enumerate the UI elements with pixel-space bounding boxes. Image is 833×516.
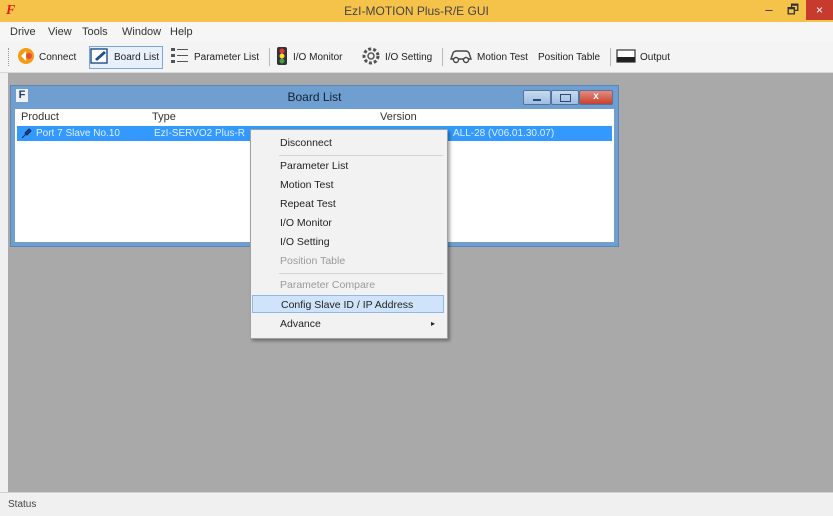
menu-item-advance-label: Advance — [280, 318, 321, 330]
car-icon — [449, 47, 473, 68]
io-monitor-label: I/O Monitor — [293, 51, 343, 63]
cell-version: ALL-28 (V06.01.30.07) — [453, 128, 555, 139]
parameter-list-icon — [170, 46, 190, 69]
toolbar-separator — [610, 48, 611, 66]
toolbar: Connect Board List Parameter List I/O Mo… — [0, 42, 833, 73]
restore-button[interactable]: 🗗 — [782, 0, 804, 20]
io-setting-button[interactable]: I/O Setting — [361, 47, 432, 67]
parameter-list-label: Parameter List — [194, 51, 260, 63]
motion-test-button[interactable]: Motion Test — [449, 47, 528, 67]
gear-icon — [361, 46, 381, 69]
traffic-light-icon — [275, 46, 289, 69]
toolbar-separator — [442, 48, 443, 66]
submenu-arrow-icon: ▸ — [430, 319, 435, 328]
status-text: Status — [8, 499, 37, 510]
console-icon — [616, 48, 636, 67]
io-setting-label: I/O Setting — [385, 51, 433, 63]
column-header-product[interactable]: Product — [21, 111, 59, 123]
board-list-label: Board List — [114, 52, 160, 63]
menu-item-parameter-compare: Parameter Compare — [280, 279, 376, 291]
status-bar: Status — [0, 492, 833, 516]
menu-separator — [279, 273, 443, 274]
toolbar-separator — [269, 48, 270, 66]
title-bar: F EzI-MOTION Plus-R/E GUI – 🗗 × — [0, 0, 833, 22]
board-list-button[interactable]: Board List — [89, 46, 164, 69]
io-monitor-button[interactable]: I/O Monitor — [275, 46, 343, 69]
menu-item-io-setting[interactable]: I/O Setting — [252, 233, 444, 251]
menu-help[interactable]: Help — [170, 26, 193, 38]
column-header-version[interactable]: Version — [380, 111, 417, 123]
child-minimize-button[interactable] — [523, 90, 551, 105]
parameter-list-button[interactable]: Parameter List — [170, 47, 259, 67]
connect-button[interactable]: Connect — [17, 47, 76, 67]
board-list-icon — [90, 47, 110, 68]
menu-item-advance[interactable]: Advance ▸ — [252, 315, 444, 333]
menu-bar: Drive View Tools Window Help — [0, 22, 833, 42]
minimize-button[interactable]: – — [758, 0, 780, 20]
connect-label: Connect — [39, 51, 77, 63]
context-menu: Disconnect Parameter List Motion Test Re… — [250, 129, 448, 339]
menu-item-disconnect[interactable]: Disconnect — [252, 134, 444, 152]
menu-item-motion-test[interactable]: Motion Test — [252, 176, 444, 194]
menu-item-parameter-list[interactable]: Parameter List — [252, 157, 444, 175]
motion-test-label: Motion Test — [477, 51, 528, 63]
menu-tools[interactable]: Tools — [82, 26, 108, 38]
toolbar-grip[interactable] — [8, 48, 11, 66]
position-table-label: Position Table — [538, 51, 601, 63]
menu-view[interactable]: View — [48, 26, 72, 38]
cell-product: Port 7 Slave No.10 — [36, 128, 120, 139]
cell-type: EzI-SERVO2 Plus-R — [154, 128, 245, 139]
connect-icon — [17, 47, 35, 68]
menu-item-position-table: Position Table — [280, 255, 346, 267]
menu-item-config-slave-id[interactable]: Config Slave ID / IP Address — [252, 295, 444, 313]
menu-window[interactable]: Window — [122, 26, 161, 38]
child-maximize-button[interactable] — [551, 90, 579, 105]
window-title: EzI-MOTION Plus-R/E GUI — [344, 4, 489, 18]
plug-icon — [21, 126, 33, 141]
menu-item-repeat-test[interactable]: Repeat Test — [252, 195, 444, 213]
position-table-button[interactable]: Position Table — [538, 47, 600, 67]
menu-drive[interactable]: Drive — [10, 26, 36, 38]
menu-item-io-monitor[interactable]: I/O Monitor — [252, 214, 444, 232]
menu-separator — [279, 155, 443, 156]
column-header-type[interactable]: Type — [152, 111, 176, 123]
close-button[interactable]: × — [806, 0, 833, 20]
output-label: Output — [640, 51, 671, 63]
child-close-button[interactable]: x — [579, 90, 613, 105]
output-button[interactable]: Output — [616, 47, 670, 67]
